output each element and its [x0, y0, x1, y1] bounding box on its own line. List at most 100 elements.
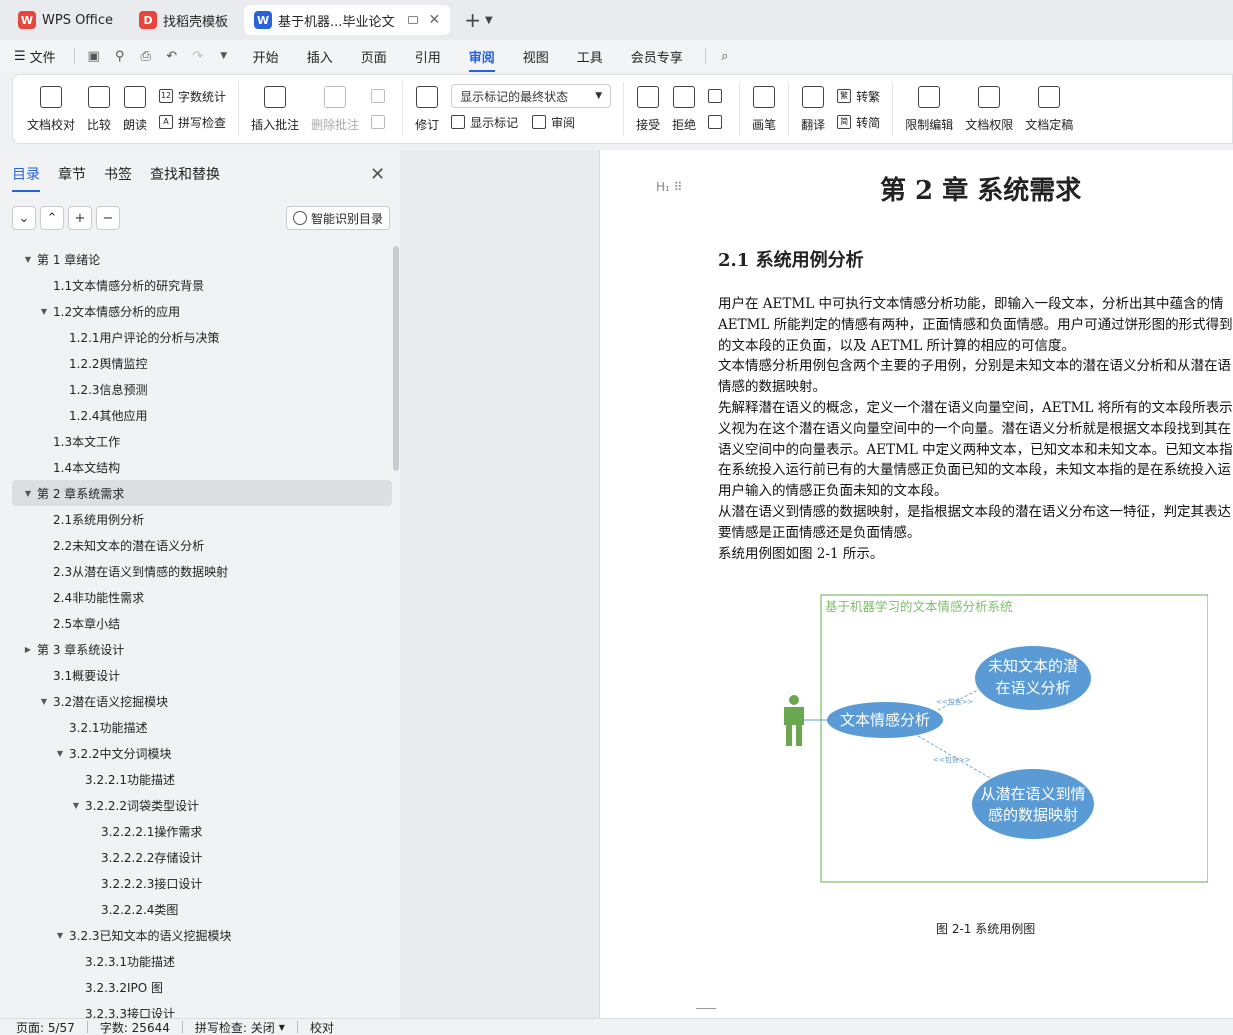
save-icon[interactable]: ▣ — [83, 49, 105, 64]
expand-arrow-icon[interactable]: ▼ — [22, 255, 34, 264]
spell-check-button[interactable]: A 拼写检查 — [159, 109, 226, 135]
expand-arrow-icon[interactable]: ▼ — [54, 749, 66, 758]
toc-item[interactable]: ▼ 3.2.2.2词袋类型设计 — [12, 792, 392, 818]
toc-item[interactable]: 3.2.2.2.4类图 — [12, 896, 392, 922]
toc-item[interactable]: ▼ 3.2.2中文分词模块 — [12, 740, 392, 766]
toc-item[interactable]: 3.2.3.3接口设计 — [12, 1000, 392, 1019]
show-markup-button[interactable]: 显示标记 — [470, 114, 518, 131]
restrict-edit-button[interactable]: 限制编辑 — [899, 79, 959, 139]
document-page[interactable]: H₁ ⠿ 第 2 章 系统需求 2.1 系统用例分析 用户在 AETML 中可执… — [599, 150, 1233, 1018]
tab-review[interactable]: 审阅 — [468, 41, 495, 72]
toc-item[interactable]: 3.1概要设计 — [12, 662, 392, 688]
redo-icon[interactable]: ↷ — [187, 49, 209, 64]
toc-item[interactable]: 3.2.3.1功能描述 — [12, 948, 392, 974]
toc-item[interactable]: ▼ 1.2文本情感分析的应用 — [12, 298, 392, 324]
toc-item[interactable]: ▼ 3.2潜在语义挖掘模块 — [12, 688, 392, 714]
toc-item[interactable]: 3.2.2.2.1操作需求 — [12, 818, 392, 844]
toc-item[interactable]: 1.2.2舆情监控 — [12, 350, 392, 376]
chevron-down-icon[interactable]: ▼ — [213, 51, 235, 61]
tab-view[interactable]: 视图 — [523, 41, 549, 72]
reject-button[interactable]: 拒绝 — [666, 79, 702, 139]
toc-item[interactable]: 1.1文本情感分析的研究背景 — [12, 272, 392, 298]
close-tab-icon[interactable]: ✕ — [428, 12, 440, 28]
chevron-down-icon[interactable]: ▼ — [485, 15, 493, 26]
toc-item[interactable]: 1.2.3信息预测 — [12, 376, 392, 402]
pen-button[interactable]: 画笔 — [746, 79, 782, 139]
undo-icon[interactable]: ↶ — [161, 49, 183, 64]
toc-item[interactable]: 1.4本文结构 — [12, 454, 392, 480]
tab-insert[interactable]: 插入 — [307, 41, 333, 72]
toc-item[interactable]: 2.5本章小结 — [12, 610, 392, 636]
toc-item[interactable]: 3.2.2.2.2存储设计 — [12, 844, 392, 870]
expand-arrow-icon[interactable]: ▼ — [38, 697, 50, 706]
file-menu[interactable]: ☰ 文件 — [14, 47, 56, 66]
review-pane-button[interactable]: 审阅 — [551, 114, 575, 131]
remove-heading-icon[interactable]: − — [96, 206, 120, 230]
tab-start[interactable]: 开始 — [253, 41, 279, 72]
tab-chapters[interactable]: 章节 — [58, 164, 86, 192]
expand-arrow-icon[interactable]: ▶ — [22, 645, 34, 654]
new-tab-plus-icon[interactable]: + — [464, 8, 481, 32]
prev-comment-button[interactable] — [371, 83, 390, 109]
proof-indicator[interactable]: 校对 — [310, 1019, 334, 1035]
close-pane-icon[interactable]: ✕ — [370, 164, 385, 185]
heading-handle-icon[interactable]: H₁ ⠿ — [656, 180, 682, 194]
expand-arrow-icon[interactable]: ▼ — [70, 801, 82, 810]
share-icon[interactable]: ⚲ — [109, 49, 131, 64]
toc-item[interactable]: 2.4非功能性需求 — [12, 584, 392, 610]
toc-item[interactable]: 1.3本文工作 — [12, 428, 392, 454]
toc-item[interactable]: 1.2.1用户评论的分析与决策 — [12, 324, 392, 350]
doc-finalize-button[interactable]: 文档定稿 — [1019, 79, 1079, 139]
tab-find-replace[interactable]: 查找和替换 — [150, 164, 220, 192]
toc-item[interactable]: 3.2.2.1功能描述 — [12, 766, 392, 792]
toc-item[interactable]: 3.2.2.2.3接口设计 — [12, 870, 392, 896]
to-traditional-button[interactable]: 繁 转繁 — [837, 83, 880, 109]
collapse-up-icon[interactable]: ⌃ — [40, 206, 64, 230]
accept-button[interactable]: 接受 — [630, 79, 666, 139]
expand-down-icon[interactable]: ⌄ — [12, 206, 36, 230]
translate-button[interactable]: 翻译 — [795, 79, 831, 139]
insert-comment-button[interactable]: 插入批注 — [245, 79, 305, 139]
toc-item[interactable]: 3.2.1功能描述 — [12, 714, 392, 740]
toc-item[interactable]: ▼ 3.2.3已知文本的语义挖掘模块 — [12, 922, 392, 948]
tab-toc[interactable]: 目录 — [12, 164, 40, 192]
to-simplified-button[interactable]: 简 转简 — [837, 109, 880, 135]
delete-comment-button[interactable]: 删除批注 — [305, 79, 365, 139]
search-icon[interactable]: ⌕ — [714, 49, 736, 64]
tab-document[interactable]: W 基于机器...毕业论文 ✕ — [244, 5, 451, 35]
revise-button[interactable]: 修订 — [409, 79, 445, 139]
spell-check-indicator[interactable]: 拼写检查: 关闭 ▼ — [195, 1019, 285, 1035]
tab-template[interactable]: D 找稻壳模板 — [129, 5, 238, 35]
toc-item[interactable]: ▼ 第 1 章绪论 — [12, 246, 392, 272]
tab-page[interactable]: 页面 — [361, 41, 387, 72]
print-preview-icon[interactable]: ⎙ — [135, 49, 157, 64]
restore-window-icon[interactable] — [408, 16, 419, 24]
next-comment-button[interactable] — [371, 109, 390, 135]
toc-item[interactable]: 1.2.4其他应用 — [12, 402, 392, 428]
word-count-button[interactable]: 12 字数统计 — [159, 83, 226, 109]
word-count-indicator[interactable]: 字数: 25644 — [100, 1019, 170, 1035]
expand-arrow-icon[interactable]: ▼ — [38, 307, 50, 316]
smart-toc-button[interactable]: 智能识别目录 — [286, 206, 391, 230]
markup-state-select[interactable]: 显示标记的最终状态 ▼ — [451, 84, 612, 108]
next-change-button[interactable] — [708, 109, 727, 135]
toc-item[interactable]: ▼ 第 2 章系统需求 — [12, 480, 392, 506]
toc-item[interactable]: 2.1系统用例分析 — [12, 506, 392, 532]
toc-scrollbar[interactable] — [393, 246, 399, 471]
tab-bookmarks[interactable]: 书签 — [104, 164, 132, 192]
tab-wps-office[interactable]: W WPS Office — [8, 5, 123, 35]
doc-permission-button[interactable]: 文档权限 — [959, 79, 1019, 139]
toc-item[interactable]: 2.3从潜在语义到情感的数据映射 — [12, 558, 392, 584]
add-heading-icon[interactable]: + — [68, 206, 92, 230]
tab-member[interactable]: 会员专享 — [631, 41, 683, 72]
tab-reference[interactable]: 引用 — [415, 41, 441, 72]
toc-item[interactable]: 2.2未知文本的潜在语义分析 — [12, 532, 392, 558]
compare-button[interactable]: 比较 — [81, 79, 117, 139]
proofread-button[interactable]: 文档校对 — [21, 79, 81, 139]
read-aloud-button[interactable]: 朗读 — [117, 79, 153, 139]
page-indicator[interactable]: 页面: 5/57 — [16, 1019, 75, 1035]
toc-item[interactable]: 3.2.3.2IPO 图 — [12, 974, 392, 1000]
expand-arrow-icon[interactable]: ▼ — [22, 489, 34, 498]
tab-tools[interactable]: 工具 — [577, 41, 603, 72]
toc-item[interactable]: ▶ 第 3 章系统设计 — [12, 636, 392, 662]
